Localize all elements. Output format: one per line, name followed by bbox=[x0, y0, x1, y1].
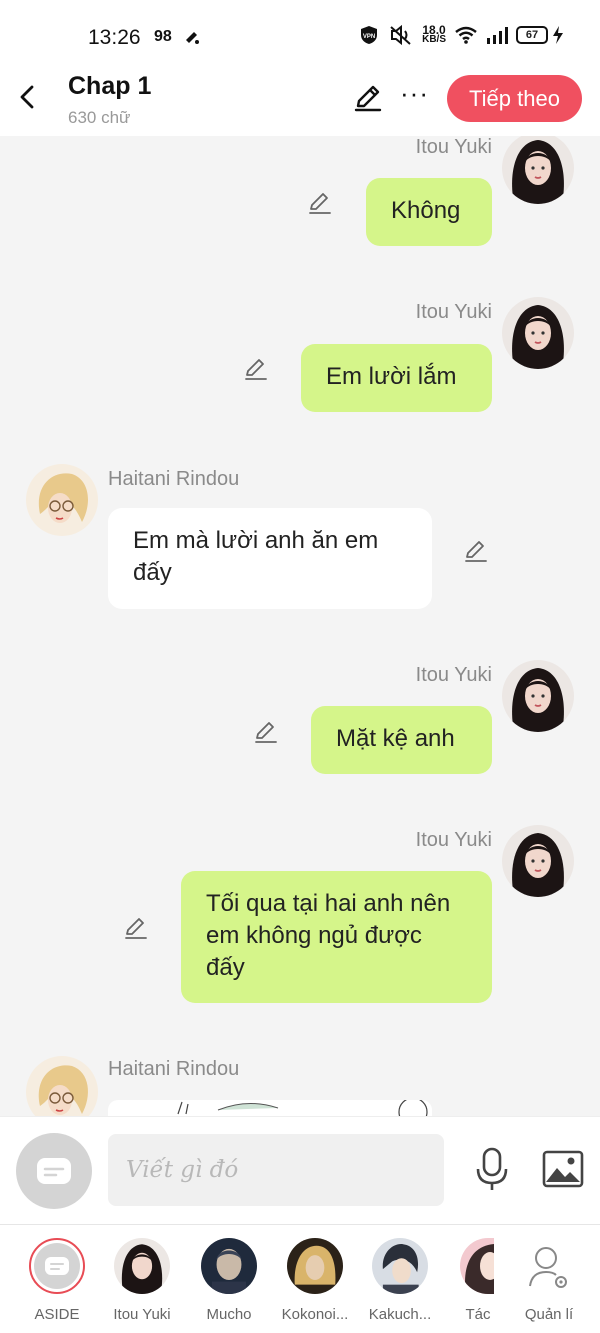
vpn-icon: VPN bbox=[361, 26, 378, 44]
aside-toggle-button[interactable] bbox=[16, 1133, 92, 1209]
next-chapter-button[interactable]: Tiếp theo bbox=[447, 75, 582, 122]
edit-pencil-icon[interactable] bbox=[352, 82, 384, 114]
signal-icon bbox=[487, 27, 508, 44]
character-label: Mucho bbox=[206, 1306, 252, 1323]
avatar[interactable] bbox=[26, 1056, 98, 1116]
chat-message: Itou Yuki Tối qua tại hai anh nên em khô… bbox=[0, 825, 600, 1019]
chat-message: Itou Yuki Em lười lắm bbox=[0, 297, 600, 431]
status-bar: 13:26 98 VPN 18.0 KB/S 67 bbox=[0, 0, 600, 70]
character-label: Itou Yuki bbox=[113, 1306, 171, 1323]
avatar[interactable] bbox=[502, 297, 574, 369]
message-icon bbox=[37, 1158, 71, 1184]
message-input[interactable] bbox=[108, 1134, 444, 1206]
image-message[interactable] bbox=[108, 1097, 432, 1116]
chat-message: Haitani Rindou Em mà lười anh ăn em đấy bbox=[0, 464, 600, 624]
avatar[interactable] bbox=[502, 136, 574, 204]
chat-message: Itou Yuki Mặt kệ anh bbox=[0, 660, 600, 794]
sender-name: Itou Yuki bbox=[415, 829, 492, 851]
manage-characters-button[interactable]: Quản lí bbox=[504, 1238, 594, 1323]
chapter-header: Chap 1 630 chữ ··· Tiếp theo bbox=[0, 70, 600, 136]
notification-count: 98 bbox=[154, 28, 172, 45]
battery-indicator: 67 bbox=[516, 26, 548, 44]
message-bubble[interactable]: Em lười lắm bbox=[301, 344, 492, 412]
compose-bar bbox=[0, 1116, 600, 1224]
character-kakucho[interactable]: Kakuch... bbox=[357, 1238, 443, 1323]
word-count: 630 chữ bbox=[68, 108, 131, 127]
mute-icon bbox=[390, 24, 411, 46]
notification-app-icon bbox=[186, 32, 199, 44]
character-label: Kokonoi... bbox=[281, 1306, 349, 1323]
sender-name: Haitani Rindou bbox=[108, 1058, 240, 1080]
edit-message-icon[interactable] bbox=[243, 356, 269, 382]
character-aside[interactable]: ASIDE bbox=[14, 1238, 100, 1323]
message-bubble[interactable]: Mặt kệ anh bbox=[311, 706, 492, 774]
chat-area[interactable]: Itou Yuki Không Itou Yuki Em lười lắm Ha… bbox=[0, 136, 600, 1116]
character-bar: ASIDE Itou Yuki Mucho Kokonoi... Kakuch.… bbox=[0, 1224, 600, 1333]
message-bubble[interactable]: Không bbox=[366, 178, 492, 246]
more-options-icon[interactable]: ··· bbox=[400, 80, 428, 114]
microphone-icon[interactable] bbox=[474, 1147, 510, 1193]
avatar bbox=[201, 1238, 257, 1294]
chat-message: Haitani Rindou bbox=[0, 1056, 600, 1116]
character-label: Kakuch... bbox=[368, 1306, 432, 1323]
wifi-icon bbox=[455, 26, 477, 44]
avatar[interactable] bbox=[502, 825, 574, 897]
edit-message-icon[interactable] bbox=[253, 719, 279, 745]
network-speed: 18.0 KB/S bbox=[422, 24, 446, 45]
character-mucho[interactable]: Mucho bbox=[186, 1238, 272, 1323]
sender-name: Itou Yuki bbox=[415, 301, 492, 323]
character-label: Quản lí bbox=[524, 1306, 574, 1323]
sender-name: Itou Yuki bbox=[415, 664, 492, 686]
chapter-title: Chap 1 bbox=[68, 72, 152, 100]
character-label: ASIDE bbox=[34, 1306, 80, 1323]
avatar bbox=[372, 1238, 428, 1294]
message-bubble[interactable]: Em mà lười anh ăn em đấy bbox=[108, 508, 432, 609]
svg-text:VPN: VPN bbox=[363, 34, 375, 40]
chat-message: Itou Yuki Không bbox=[0, 136, 600, 266]
character-itou-yuki[interactable]: Itou Yuki bbox=[99, 1238, 185, 1323]
avatar bbox=[287, 1238, 343, 1294]
image-upload-icon[interactable] bbox=[542, 1149, 584, 1189]
charging-icon bbox=[553, 26, 563, 44]
edit-message-icon[interactable] bbox=[307, 190, 333, 216]
character-kokonoi[interactable]: Kokonoi... bbox=[272, 1238, 358, 1323]
net-speed-unit: KB/S bbox=[422, 34, 446, 45]
edit-message-icon[interactable] bbox=[463, 538, 489, 564]
back-arrow-icon[interactable] bbox=[14, 82, 44, 112]
avatar[interactable] bbox=[26, 464, 98, 536]
sender-name: Itou Yuki bbox=[415, 136, 492, 158]
sender-name: Haitani Rindou bbox=[108, 468, 240, 490]
avatar[interactable] bbox=[502, 660, 574, 732]
message-bubble[interactable]: Tối qua tại hai anh nên em không ngủ đượ… bbox=[181, 871, 492, 1003]
edit-message-icon[interactable] bbox=[123, 915, 149, 941]
avatar bbox=[114, 1238, 170, 1294]
avatar bbox=[460, 1238, 494, 1294]
status-time: 13:26 bbox=[88, 26, 141, 49]
message-icon bbox=[45, 1257, 69, 1275]
user-settings-icon bbox=[529, 1247, 567, 1288]
